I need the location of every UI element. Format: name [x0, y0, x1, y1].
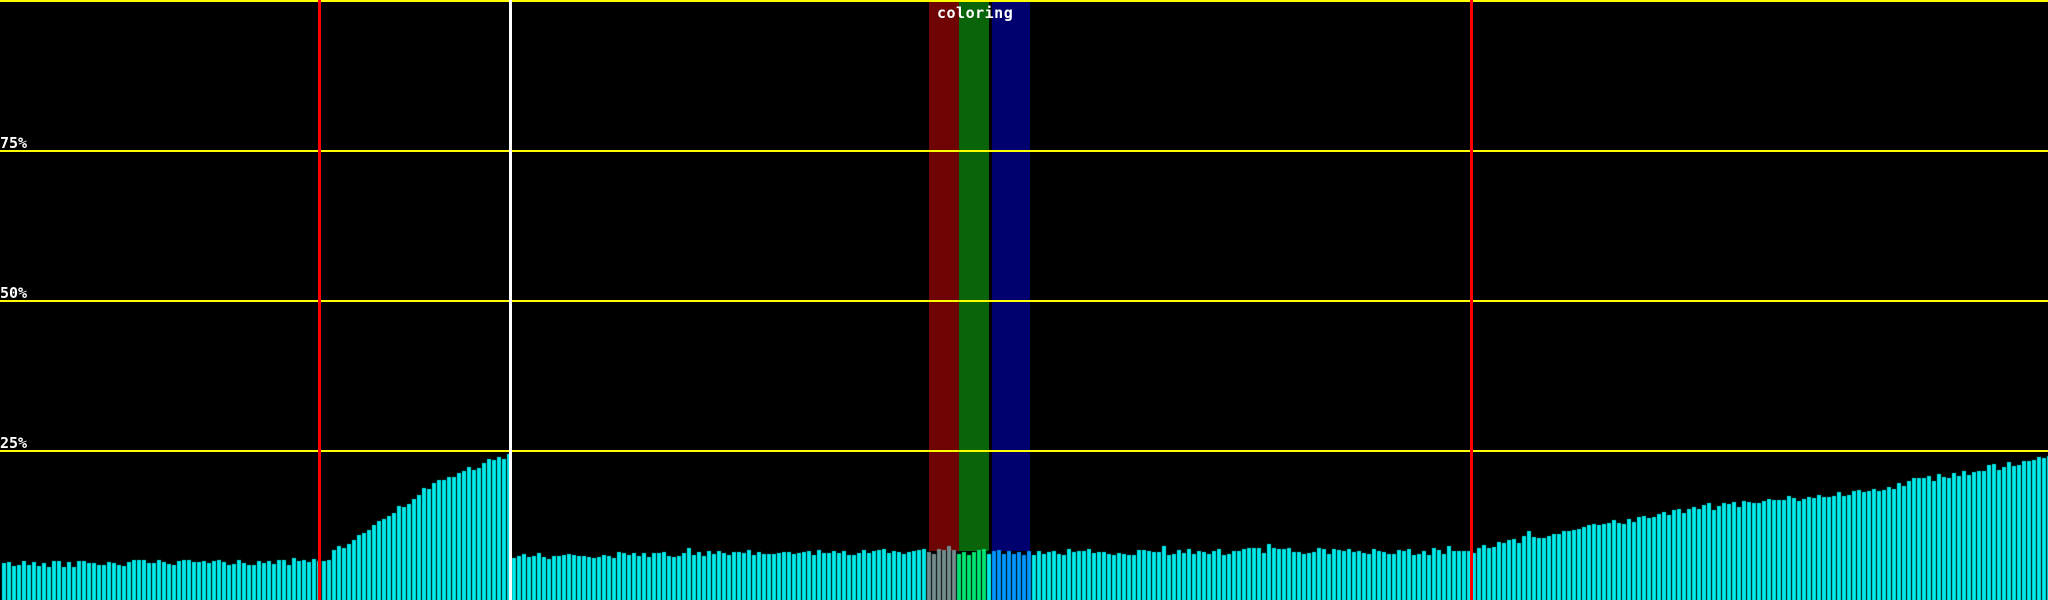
top-border-line	[0, 0, 2048, 2]
gridline-50	[0, 300, 2048, 302]
y-tick-50: 50%	[0, 287, 27, 300]
profiler-chart: coloring 75% 50% 25%	[0, 0, 2048, 600]
marker-line-red-2	[1470, 0, 1473, 600]
y-tick-25: 25%	[0, 437, 27, 450]
marker-line-white	[509, 0, 512, 600]
y-tick-75: 75%	[0, 137, 27, 150]
marker-line-red-1	[318, 0, 321, 600]
gridline-25	[0, 450, 2048, 452]
gridline-75	[0, 150, 2048, 152]
coloring-label: coloring	[937, 4, 1013, 22]
